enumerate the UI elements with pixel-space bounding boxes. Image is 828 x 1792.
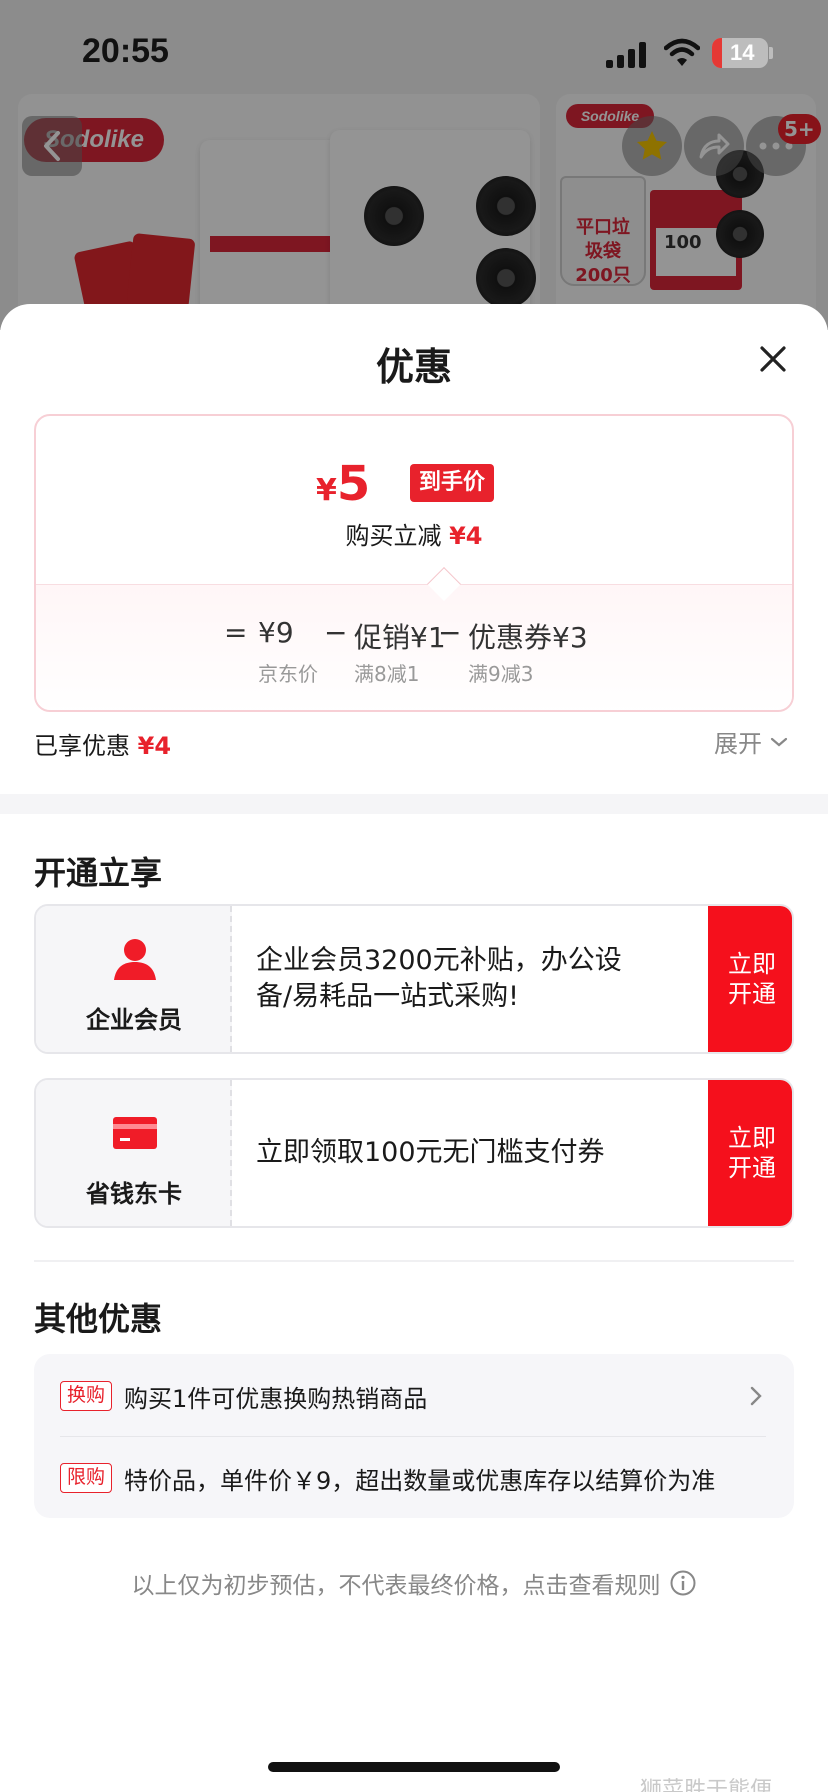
divider: [34, 1260, 794, 1262]
final-price-amount: 5: [336, 456, 371, 512]
other-section-title: 其他优惠: [34, 1300, 163, 1338]
coupon-rule: 满9减3: [468, 662, 534, 686]
promo-rule: 满8减1: [354, 662, 420, 686]
offer-row-limit: 限购 特价品，单件价￥9，超出数量或优惠库存以结算价为准: [60, 1458, 766, 1498]
member-card-name: 省钱东卡: [86, 1180, 182, 1208]
coupon-discount: 优惠券¥3: [468, 621, 588, 654]
formula-minus: −: [438, 616, 462, 649]
footnote-text: 以上仅为初步预估，不代表最终价格，点击查看规则: [131, 1573, 661, 1599]
promo-discount: 促销¥1: [354, 621, 446, 654]
instant-discount-label: 购买立减: [345, 522, 442, 550]
open-section-title: 开通立享: [34, 854, 163, 892]
enjoyed-amount: ¥4: [137, 732, 172, 760]
card-icon: [113, 1117, 157, 1149]
enterprise-member-card[interactable]: 企业会员 企业会员3200元补贴，办公设备/易耗品一站式采购! 立即 开通: [34, 904, 794, 1054]
watermark: 狮菜胜于熊便: [640, 1778, 773, 1792]
activate-button[interactable]: 立即 开通: [708, 1080, 792, 1226]
close-button[interactable]: [752, 338, 794, 380]
info-icon: [670, 1570, 695, 1596]
battery-tip: [769, 47, 773, 59]
discount-sheet: 优惠 ¥ 5 到手价 购买立减 ¥4 = ¥9 京东价 − 促销¥1 满8减1 …: [0, 304, 828, 1792]
offer-tag: 限购: [60, 1463, 113, 1493]
instant-discount-amount: ¥4: [449, 522, 483, 550]
sheet-title: 优惠: [375, 345, 452, 389]
chevron-down-icon: [770, 737, 788, 746]
base-price: ¥9: [258, 616, 294, 649]
offer-text: 购买1件可优惠换购热销商品: [124, 1384, 428, 1413]
expand-button[interactable]: 展开: [714, 724, 788, 759]
wifi-icon: [664, 38, 700, 66]
battery-level: 14: [730, 40, 755, 65]
formula-minus: −: [324, 616, 348, 649]
list-separator: [60, 1436, 766, 1437]
offer-row-exchange[interactable]: 换购 购买1件可优惠换购热销商品: [60, 1376, 766, 1416]
price-breakdown-card: ¥ 5 到手价 购买立减 ¥4 = ¥9 京东价 − 促销¥1 满8减1 − 优…: [34, 414, 794, 712]
status-time: 20:55: [82, 32, 169, 70]
status-bar: 20:55 14: [0, 0, 828, 100]
chevron-right-icon: [750, 1386, 762, 1406]
product-page-background: 平口垃圾袋 200只 100 Sodolike Sodolike 5+ 20:5…: [0, 0, 828, 330]
final-price-tag: 到手价: [410, 464, 495, 502]
other-offers-list: 换购 购买1件可优惠换购热销商品 限购 特价品，单件价￥9，超出数量或优惠库存以…: [34, 1354, 794, 1518]
close-icon: [760, 346, 786, 372]
enjoyed-label: 已享优惠: [34, 732, 130, 760]
rules-link[interactable]: 以上仅为初步预估，不代表最终价格，点击查看规则: [0, 1566, 828, 1600]
section-divider: [0, 794, 828, 814]
base-price-label: 京东价: [258, 662, 318, 686]
member-card-desc: 企业会员3200元补贴，办公设备/易耗品一站式采购!: [256, 945, 622, 1012]
offer-tag: 换购: [60, 1381, 113, 1411]
savings-card[interactable]: 省钱东卡 立即领取100元无门槛支付券 立即 开通: [34, 1078, 794, 1228]
member-card-desc: 立即领取100元无门槛支付券: [256, 1137, 605, 1168]
instant-discount: 购买立减 ¥4: [36, 516, 792, 551]
final-price-yen: ¥: [316, 473, 337, 508]
final-price: ¥ 5: [316, 456, 370, 512]
person-icon: [114, 939, 156, 980]
activate-button[interactable]: 立即 开通: [708, 906, 792, 1052]
expand-label: 展开: [714, 730, 762, 758]
member-card-name: 企业会员: [86, 1006, 182, 1034]
battery-icon: 14: [712, 38, 768, 68]
formula-equals: =: [224, 616, 248, 649]
enjoyed-discount: 已享优惠 ¥4: [34, 726, 171, 761]
offer-text: 特价品，单件价￥9，超出数量或优惠库存以结算价为准: [124, 1466, 716, 1495]
cellular-signal-icon: [606, 42, 648, 68]
home-indicator[interactable]: [268, 1762, 560, 1772]
